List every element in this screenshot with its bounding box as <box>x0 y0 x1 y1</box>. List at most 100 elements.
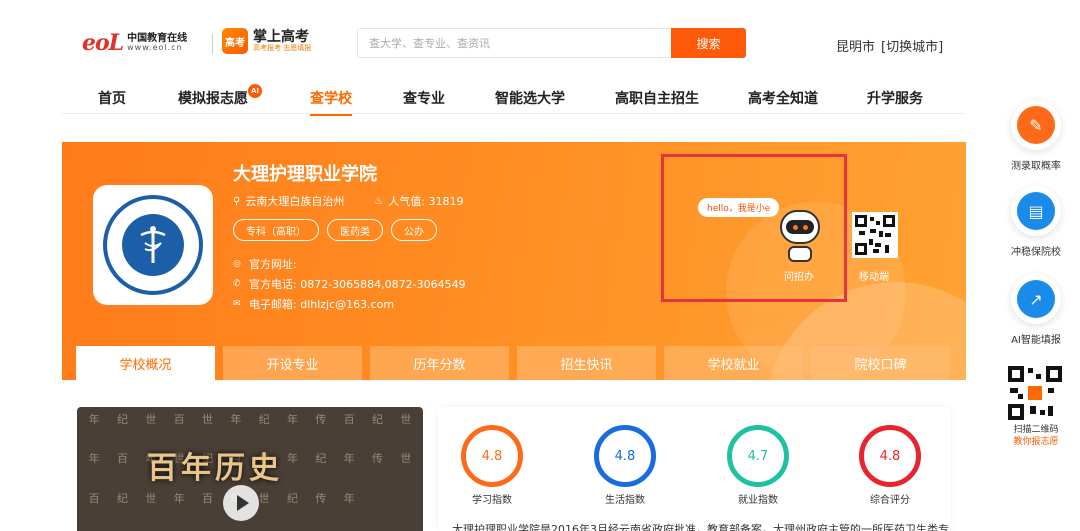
rating-label: 学习指数 <box>472 495 512 506</box>
phone-value: 0872-3065884,0872-3064549 <box>300 277 466 291</box>
eol-url: www.eol.cn <box>127 43 183 52</box>
mobile-label: 移动端 <box>859 272 889 283</box>
school-location: ⚲ 云南大理白族自治州 <box>233 193 344 209</box>
nav-vocational-enrollment[interactable]: 高职自主招生 <box>615 88 699 108</box>
nav-smart-select[interactable]: 智能选大学 <box>495 88 565 108</box>
school-popularity: ♨ 人气值: 31819 <box>374 193 463 209</box>
ask-admissions-link[interactable]: 问招办 <box>784 268 814 283</box>
app-slogan: 高考报考 志愿填报 <box>253 43 312 52</box>
flame-icon: ♨ <box>374 195 384 207</box>
chart-icon: ↗ <box>1017 280 1055 318</box>
tag-level[interactable]: 专科（高职） <box>233 219 319 241</box>
nav-gaokao-guide[interactable]: 高考全知道 <box>748 88 818 108</box>
tab-reviews[interactable]: 院校口碑 <box>811 346 950 380</box>
search-button[interactable]: 搜索 <box>671 28 746 58</box>
app-logo[interactable]: 高考 掌上高考 高考报考 志愿填报 <box>222 28 311 54</box>
phone-icon: ✆ <box>233 279 241 289</box>
play-icon <box>237 495 249 511</box>
nav-home[interactable]: 首页 <box>98 88 126 108</box>
pencil-icon: ✎ <box>1017 106 1055 144</box>
email-value[interactable]: dlhlzjc@163.com <box>300 298 394 311</box>
ai-badge-icon: AI <box>248 84 262 98</box>
tab-scores[interactable]: 历年分数 <box>370 346 509 380</box>
logo-divider <box>212 34 213 54</box>
eol-logo[interactable]: eoL 中国教育在线 www.eol.cn <box>82 30 187 56</box>
video-grid-char: 纪 <box>116 491 128 505</box>
rating-life: 4.8 生活指数 <box>591 425 659 506</box>
school-name: 大理护理职业学院 <box>233 164 377 185</box>
video-grid-char: 世 <box>400 413 412 426</box>
video-grid-char: 百 <box>201 491 213 505</box>
nav-search-school[interactable]: 查学校 <box>310 88 352 116</box>
switch-city-link[interactable]: [切换城市] <box>881 40 943 55</box>
rating-label: 生活指数 <box>605 495 645 506</box>
school-emblem-icon <box>103 195 203 295</box>
video-grid-char: 纪 <box>371 413 383 426</box>
mobile-qr-code <box>852 212 898 258</box>
video-grid-char: 传 <box>315 491 327 505</box>
video-grid-char: 年 <box>286 413 298 426</box>
nav-mock-application[interactable]: 模拟报志愿 AI <box>178 84 262 108</box>
school-website: ◎ 官方网址: <box>233 256 297 272</box>
tab-employment[interactable]: 学校就业 <box>664 346 803 380</box>
main-nav: 首页 模拟报志愿 AI 查学校 查专业 智能选大学 高职自主招生 高考全知道 升学… <box>62 82 966 116</box>
sidebar-label: 测录取概率 <box>1011 161 1061 172</box>
intro-video[interactable]: 年纪世百世年纪年传百纪世年百年世纪百世年纪年传世百纪世年百年世纪传年 百年历史 <box>77 407 423 531</box>
rating-study: 4.8 学习指数 <box>458 425 526 506</box>
video-grid-char: 纪 <box>315 452 327 466</box>
video-grid-char: 年 <box>173 491 185 505</box>
chat-bubble[interactable]: hello，我是小e <box>698 198 780 217</box>
email-label: 电子邮箱: <box>249 298 297 311</box>
nav-further-study[interactable]: 升学服务 <box>867 88 923 108</box>
video-grid-char: 传 <box>371 452 383 466</box>
video-grid-char: 纪 <box>286 491 298 505</box>
sidebar-admission-probability[interactable]: ✎ 测录取概率 <box>1006 100 1066 172</box>
caduceus-icon <box>140 226 166 263</box>
rating-overall: 4.8 综合评分 <box>856 425 924 506</box>
qr-code-icon <box>855 215 895 255</box>
video-grid-char: 年 <box>88 452 100 466</box>
school-email: ✉ 电子邮箱: dlhlzjc@163.com <box>233 296 394 312</box>
nav-mock-application-label: 模拟报志愿 <box>178 91 248 107</box>
app-name: 掌上高考 <box>253 28 309 45</box>
rating-employment: 4.7 就业指数 <box>724 425 792 506</box>
sidebar-ai-fill[interactable]: ↗ AI智能填报 <box>1006 274 1066 346</box>
mail-icon: ✉ <box>233 299 241 309</box>
location-pin-icon: ⚲ <box>233 195 241 207</box>
city-selector: 昆明市 [切换城市] <box>836 36 943 55</box>
school-icon: ▤ <box>1017 192 1055 230</box>
video-grid-char: 传 <box>315 413 327 426</box>
play-button[interactable] <box>223 485 259 521</box>
video-title: 百年历史 <box>147 451 283 486</box>
video-grid-char: 纪 <box>116 413 128 426</box>
current-city: 昆明市 <box>836 40 876 55</box>
tag-ownership[interactable]: 公办 <box>391 219 437 241</box>
sidebar-label: 冲稳保院校 <box>1011 247 1061 258</box>
tab-admission-news[interactable]: 招生快讯 <box>517 346 656 380</box>
sidebar-safe-schools[interactable]: ▤ 冲稳保院校 <box>1006 186 1066 258</box>
ratings-panel: 4.8 学习指数 4.8 生活指数 4.7 就业指数 4.8 综合评分 大理护理… <box>438 407 951 531</box>
video-grid-char: 世 <box>400 452 412 466</box>
rating-ring: 4.8 <box>461 425 523 487</box>
tag-category[interactable]: 医药类 <box>327 219 383 241</box>
rating-label: 综合评分 <box>870 495 910 506</box>
site-header: eoL 中国教育在线 www.eol.cn 高考 掌上高考 高考报考 志愿填报 … <box>0 0 1080 80</box>
popularity-label: 人气值: <box>388 195 426 208</box>
nav-search-major[interactable]: 查专业 <box>403 88 445 108</box>
tab-overview[interactable]: 学校概况 <box>76 346 215 380</box>
popularity-value: 31819 <box>428 194 464 208</box>
tab-majors[interactable]: 开设专业 <box>223 346 362 380</box>
school-meta: ⚲ 云南大理白族自治州 ♨ 人气值: 31819 <box>233 193 494 209</box>
app-icon: 高考 <box>222 28 248 54</box>
school-phone: ✆ 官方电话: 0872-3065884,0872-3064549 <box>233 276 466 292</box>
sidebar-qr-caption: 扫描二维码 教你报志愿 <box>1006 424 1066 448</box>
rating-ring: 4.8 <box>594 425 656 487</box>
phone-label: 官方电话: <box>249 278 297 291</box>
video-grid-char: 世 <box>145 491 157 505</box>
school-banner: 大理护理职业学院 ⚲ 云南大理白族自治州 ♨ 人气值: 31819 专科（高职）… <box>62 142 966 380</box>
school-tabs: 学校概况 开设专业 历年分数 招生快讯 学校就业 院校口碑 <box>76 346 958 380</box>
rating-label: 就业指数 <box>738 495 778 506</box>
search-input[interactable] <box>358 29 671 57</box>
robot-assistant-icon[interactable] <box>780 210 820 262</box>
rating-ring: 4.7 <box>727 425 789 487</box>
